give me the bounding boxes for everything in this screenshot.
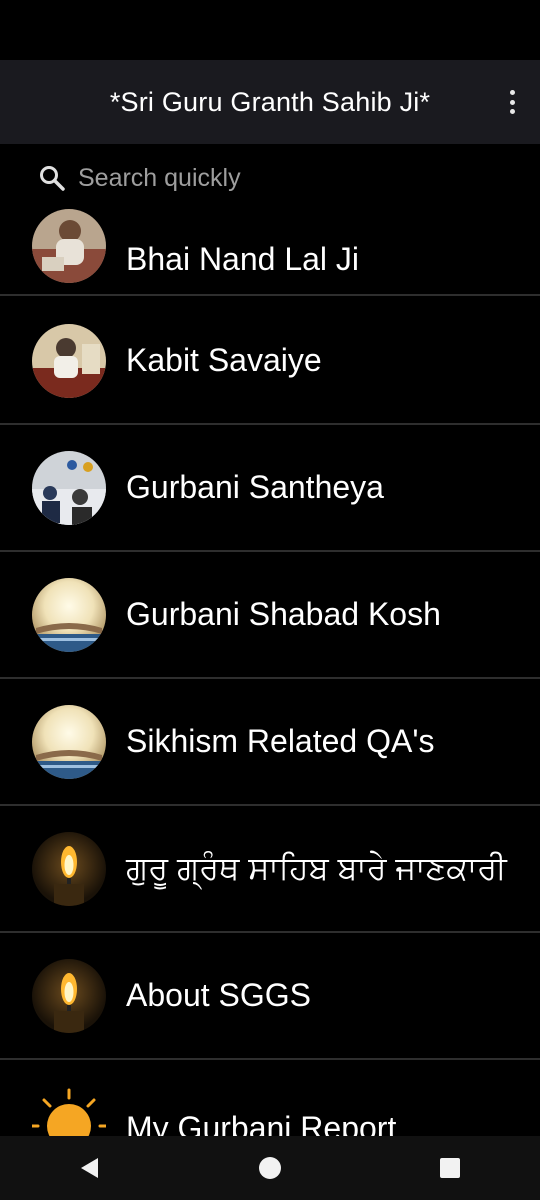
status-bar (0, 0, 540, 60)
portrait-thumbnail (32, 324, 106, 398)
list-item-sggs-info-punjabi[interactable]: ਗੁਰੂ ਗ੍ਰੰਥ ਸਾਹਿਬ ਬਾਰੇ ਜਾਣਕਾਰੀ (0, 806, 540, 933)
home-button[interactable] (240, 1143, 300, 1193)
menu-list: Bhai Nand Lal Ji Kabit Savaiye Gurbani S… (0, 206, 540, 1136)
list-item-kabit-savaiye[interactable]: Kabit Savaiye (0, 298, 540, 425)
list-item-my-gurbani-report[interactable]: My Gurbani Report (0, 1060, 540, 1136)
list-item-label: Bhai Nand Lal Ji (126, 241, 360, 277)
glowing-book-thumbnail (32, 578, 106, 652)
glowing-book-thumbnail (32, 705, 106, 779)
list-item-sikhism-related-qas[interactable]: Sikhism Related QA's (0, 679, 540, 806)
list-item-label: Sikhism Related QA's (126, 723, 435, 759)
overflow-dot-icon (509, 109, 515, 114)
system-nav-bar (0, 1136, 540, 1200)
sun-icon (30, 1086, 108, 1136)
list-item-gurbani-shabad-kosh[interactable]: Gurbani Shabad Kosh (0, 552, 540, 679)
back-button[interactable] (60, 1143, 120, 1193)
list-item-label: ਗੁਰੂ ਗ੍ਰੰਥ ਸਾਹਿਬ ਬਾਰੇ ਜਾਣਕਾਰੀ (126, 850, 507, 886)
list-item-label: Gurbani Santheya (126, 469, 384, 505)
search-icon (38, 164, 66, 192)
list-item-label: Kabit Savaiye (126, 342, 322, 378)
overflow-dot-icon (509, 99, 515, 105)
portrait-thumbnail (32, 209, 106, 283)
list-item-about-sggs[interactable]: About SGGS (0, 933, 540, 1060)
app-bar: *Sri Guru Granth Sahib Ji* (0, 60, 540, 144)
overflow-dot-icon (509, 90, 515, 95)
list-item-label: My Gurbani Report (126, 1110, 397, 1136)
overflow-menu-button[interactable] (502, 86, 522, 118)
list-item-label: About SGGS (126, 977, 311, 1013)
back-triangle-icon (81, 1158, 98, 1178)
app-title: *Sri Guru Granth Sahib Ji* (109, 86, 431, 117)
home-circle-icon (259, 1157, 281, 1179)
list-item-gurbani-santheya[interactable]: Gurbani Santheya (0, 425, 540, 552)
search-bar[interactable] (0, 150, 540, 206)
candle-thumbnail (32, 959, 106, 1033)
class-thumbnail (32, 451, 106, 525)
search-input[interactable] (78, 163, 478, 193)
list-item-label: Gurbani Shabad Kosh (126, 596, 441, 632)
candle-thumbnail (32, 832, 106, 906)
list-item-bhai-nand-lal-ji[interactable]: Bhai Nand Lal Ji (0, 206, 540, 296)
recents-button[interactable] (420, 1143, 480, 1193)
recents-square-icon (440, 1158, 460, 1178)
